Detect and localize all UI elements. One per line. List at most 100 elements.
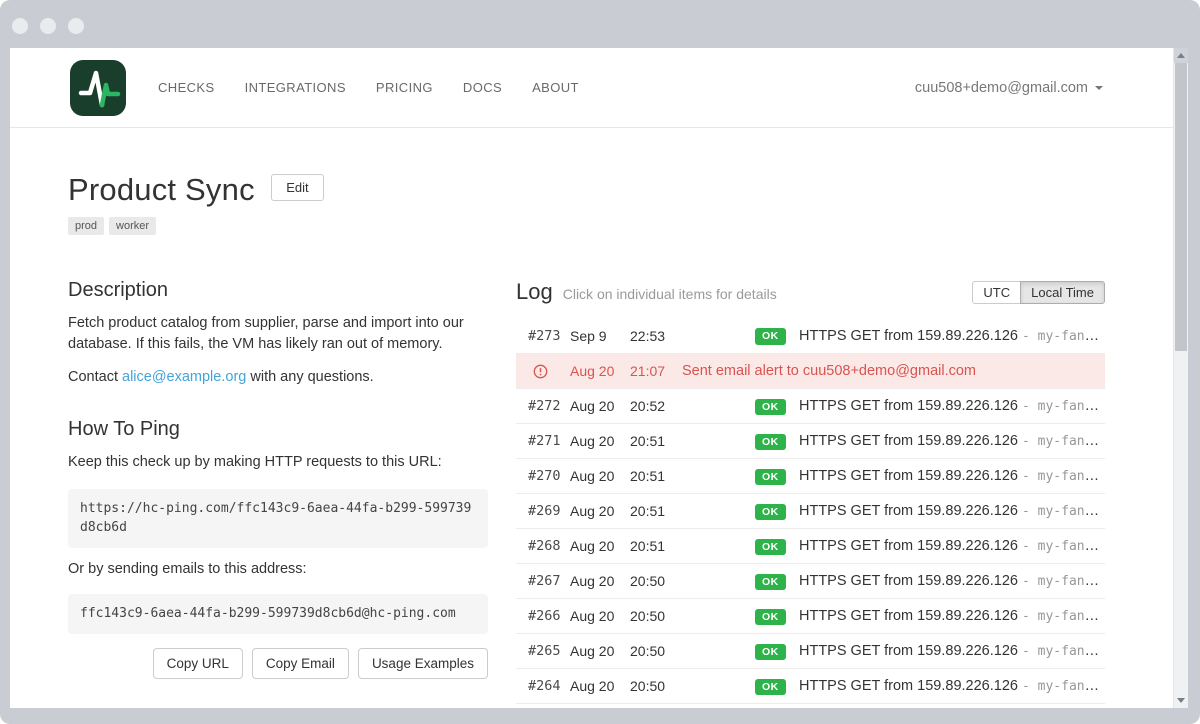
log-row-date: Aug 20 — [570, 643, 630, 659]
log-rows: #273 Sep 9 22:53 OK HTTPS GET from 159.8… — [516, 318, 1105, 708]
usage-examples-button[interactable]: Usage Examples — [358, 648, 488, 679]
log-row[interactable]: #265 Aug 20 20:50 OK HTTPS GET from 159.… — [516, 633, 1105, 668]
how-to-ping-heading: How To Ping — [68, 418, 488, 441]
log-row-event-detail: - my-fancy-sy… — [1022, 468, 1105, 484]
nav-links: CHECKS INTEGRATIONS PRICING DOCS ABOUT — [158, 80, 579, 95]
log-row-event: HTTPS GET from 159.89.226.126 - my-fancy… — [799, 468, 1105, 484]
log-row[interactable]: #263 Aug 20 20:49 OK HTTPS GET from 159.… — [516, 703, 1105, 708]
utc-toggle-button[interactable]: UTC — [972, 281, 1021, 304]
log-row-event: HTTPS GET from 159.89.226.126 - my-fancy… — [799, 433, 1105, 449]
log-row-event-detail: - my-fancy-sy… — [1022, 503, 1105, 519]
log-row-time: 20:52 — [630, 398, 755, 414]
log-row-time: 20:50 — [630, 573, 755, 589]
log-row-event: HTTPS GET from 159.89.226.126 - my-fancy… — [799, 678, 1105, 694]
window-button-maximize[interactable] — [68, 18, 84, 34]
log-row-number: #273 — [528, 328, 570, 344]
log-row[interactable]: #266 Aug 20 20:50 OK HTTPS GET from 159.… — [516, 598, 1105, 633]
account-email: cuu508+demo@gmail.com — [915, 80, 1088, 96]
log-row-number: #269 — [528, 503, 570, 519]
log-row-date: Sep 9 — [570, 328, 630, 344]
log-row-badge-cell: OK — [755, 677, 799, 696]
log-row-number: #268 — [528, 538, 570, 554]
scrollbar-down-arrow[interactable] — [1174, 693, 1188, 708]
how-to-ping-section: How To Ping Keep this check up by making… — [68, 418, 488, 678]
description-heading: Description — [68, 279, 488, 302]
log-row[interactable]: #268 Aug 20 20:51 OK HTTPS GET from 159.… — [516, 528, 1105, 563]
vertical-scrollbar[interactable] — [1173, 48, 1188, 708]
log-row-number: #271 — [528, 433, 570, 449]
log-row-time: 20:50 — [630, 643, 755, 659]
ok-badge: OK — [755, 399, 786, 416]
copy-url-button[interactable]: Copy URL — [153, 648, 243, 679]
log-row-date: Aug 20 — [570, 538, 630, 554]
ping-email-intro: Or by sending emails to this address: — [68, 559, 488, 580]
alert-icon — [528, 364, 570, 379]
log-row[interactable]: #271 Aug 20 20:51 OK HTTPS GET from 159.… — [516, 423, 1105, 458]
log-row-number: #272 — [528, 398, 570, 414]
ping-email-code: ffc143c9-6aea-44fa-b299-599739d8cb6d@hc-… — [68, 594, 488, 634]
log-row-event: HTTPS GET from 159.89.226.126 - my-fancy… — [799, 398, 1105, 414]
log-row-date: Aug 20 — [570, 608, 630, 624]
log-row[interactable]: #264 Aug 20 20:50 OK HTTPS GET from 159.… — [516, 668, 1105, 703]
left-column: Description Fetch product catalog from s… — [68, 279, 488, 708]
scrollbar-up-arrow[interactable] — [1174, 48, 1188, 63]
ok-badge: OK — [755, 679, 786, 696]
log-row-time: 20:51 — [630, 503, 755, 519]
log-row-badge-cell: OK — [755, 572, 799, 591]
log-row-event: HTTPS GET from 159.89.226.126 - my-fancy… — [799, 573, 1105, 589]
window-button-close[interactable] — [12, 18, 28, 34]
log-row-number: #265 — [528, 643, 570, 659]
check-details-page: Product Sync Edit prod worker Descriptio… — [10, 128, 1173, 708]
log-row-badge-cell: OK — [755, 607, 799, 626]
healthchecks-logo-icon[interactable] — [70, 60, 126, 116]
account-dropdown[interactable]: cuu508+demo@gmail.com — [915, 80, 1103, 96]
log-row-date: Aug 20 — [570, 468, 630, 484]
log-row-date: Aug 20 — [570, 573, 630, 589]
log-row-time: 20:51 — [630, 468, 755, 484]
nav-item-docs[interactable]: DOCS — [463, 80, 502, 95]
log-row-alert[interactable]: Aug 20 21:07 Sent email alert to cuu508+… — [516, 353, 1105, 388]
contact-email-link[interactable]: alice@example.org — [122, 369, 246, 385]
log-row-time: 20:51 — [630, 433, 755, 449]
log-row[interactable]: #272 Aug 20 20:52 OK HTTPS GET from 159.… — [516, 388, 1105, 423]
log-row-number: #267 — [528, 573, 570, 589]
copy-email-button[interactable]: Copy Email — [252, 648, 349, 679]
log-row-date: Aug 20 — [570, 678, 630, 694]
scrollbar-thumb[interactable] — [1175, 63, 1187, 351]
log-row-event: HTTPS GET from 159.89.226.126 - my-fancy… — [799, 328, 1105, 344]
ok-badge: OK — [755, 469, 786, 486]
log-row[interactable]: #270 Aug 20 20:51 OK HTTPS GET from 159.… — [516, 458, 1105, 493]
log-row-event: HTTPS GET from 159.89.226.126 - my-fancy… — [799, 538, 1105, 554]
log-row-event-detail: - my-fancy-sy… — [1022, 433, 1105, 449]
log-section: Log Click on individual items for detail… — [516, 279, 1105, 708]
log-row-badge-cell: OK — [755, 397, 799, 416]
title-row: Product Sync Edit — [68, 172, 1105, 208]
log-row-badge-cell: OK — [755, 502, 799, 521]
tag-list: prod worker — [68, 217, 1105, 235]
ok-badge: OK — [755, 328, 786, 345]
log-row-number: #270 — [528, 468, 570, 484]
log-row-event: HTTPS GET from 159.89.226.126 - my-fancy… — [799, 643, 1105, 659]
timezone-toggle: UTC Local Time — [972, 281, 1105, 304]
local-time-toggle-button[interactable]: Local Time — [1020, 281, 1105, 304]
log-row[interactable]: #273 Sep 9 22:53 OK HTTPS GET from 159.8… — [516, 318, 1105, 353]
log-subtitle: Click on individual items for details — [563, 286, 777, 302]
navbar: CHECKS INTEGRATIONS PRICING DOCS ABOUT c… — [10, 48, 1173, 128]
log-row-badge-cell: OK — [755, 642, 799, 661]
ok-badge: OK — [755, 644, 786, 661]
nav-item-integrations[interactable]: INTEGRATIONS — [245, 80, 346, 95]
log-row[interactable]: #267 Aug 20 20:50 OK HTTPS GET from 159.… — [516, 563, 1105, 598]
log-row[interactable]: #269 Aug 20 20:51 OK HTTPS GET from 159.… — [516, 493, 1105, 528]
description-section: Description Fetch product catalog from s… — [68, 279, 488, 388]
window-button-minimize[interactable] — [40, 18, 56, 34]
nav-item-checks[interactable]: CHECKS — [158, 80, 215, 95]
edit-button[interactable]: Edit — [271, 174, 323, 201]
page-content: CHECKS INTEGRATIONS PRICING DOCS ABOUT c… — [10, 48, 1173, 708]
log-row-date: Aug 20 — [570, 363, 630, 379]
log-heading: Log — [516, 279, 553, 305]
nav-item-pricing[interactable]: PRICING — [376, 80, 433, 95]
chevron-down-icon — [1095, 86, 1103, 90]
nav-item-about[interactable]: ABOUT — [532, 80, 579, 95]
ok-badge: OK — [755, 504, 786, 521]
log-row-event: HTTPS GET from 159.89.226.126 - my-fancy… — [799, 503, 1105, 519]
